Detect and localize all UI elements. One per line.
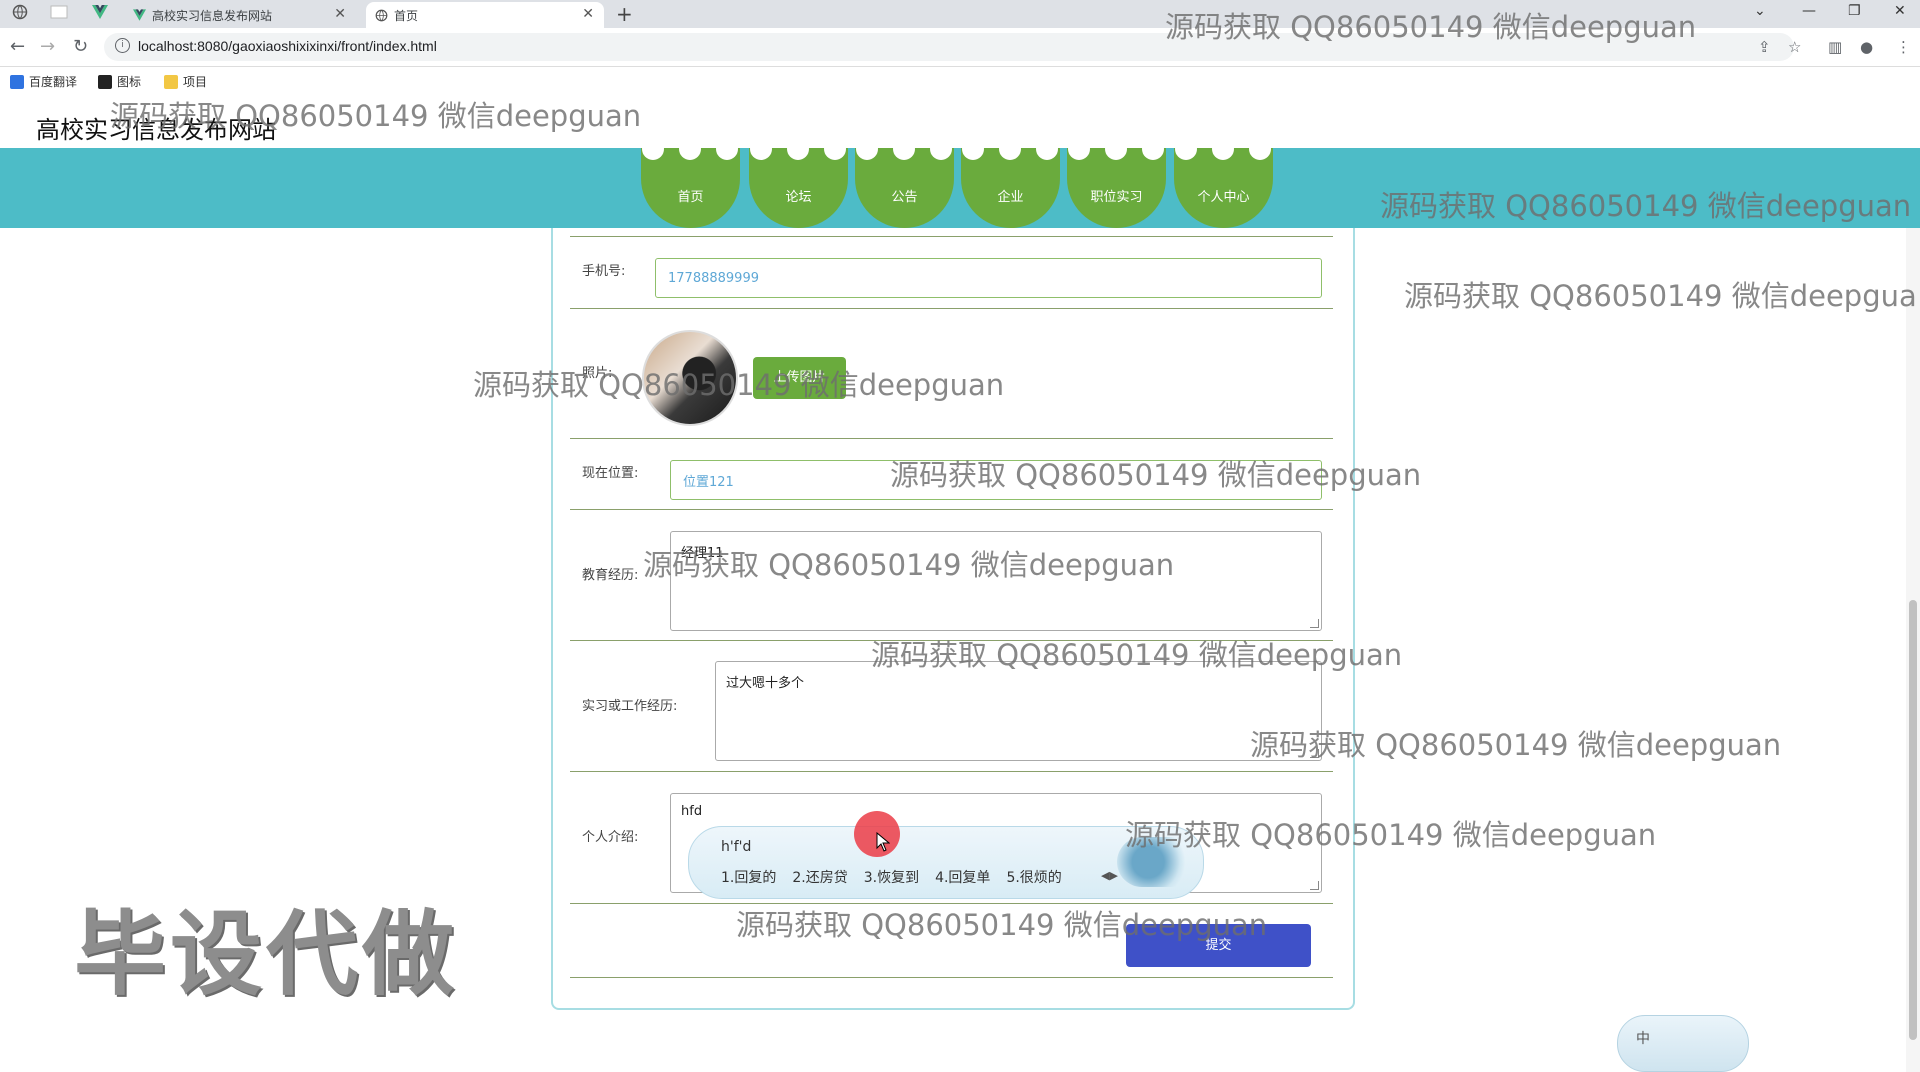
folder-icon <box>164 74 178 89</box>
tab-title: 首页 <box>394 8 419 23</box>
ime-composition: h'f'd <box>721 839 752 855</box>
profile-icon[interactable]: ● <box>1860 38 1873 56</box>
watermark: 源码获取 QQ86050149 微信deepguan <box>890 458 1422 492</box>
bookmark-project[interactable]: 项目 <box>164 73 207 90</box>
work-experience-textarea[interactable]: 过大嗯十多个 <box>715 661 1322 761</box>
big-watermark: 毕设代做 <box>74 901 459 1008</box>
ime-candidate[interactable]: 2.还房贷 <box>792 867 847 887</box>
bookmark-star-icon[interactable]: ☆ <box>1788 38 1801 56</box>
vue-tab-icon[interactable] <box>92 4 112 24</box>
translate-icon <box>10 74 24 89</box>
vue-icon <box>133 9 146 22</box>
divider <box>570 771 1333 772</box>
screen: 高校实习信息发布网站 ✕ 首页 ✕ + ⌄ — ❐ ✕ ← → ↻ i loca… <box>0 0 1920 1072</box>
ime-mode: 中 <box>1636 1031 1650 1047</box>
new-tab-icon[interactable]: + <box>616 2 633 26</box>
restore-icon[interactable]: ❐ <box>1848 3 1861 19</box>
bookmark-icons[interactable]: 图标 <box>98 73 141 90</box>
close-window-icon[interactable]: ✕ <box>1894 3 1906 19</box>
url-text[interactable]: localhost:8080/gaoxiaoshixixinxi/front/i… <box>138 38 437 54</box>
divider <box>570 438 1333 439</box>
watermark: 源码获取 QQ86050149 微信deepguan <box>736 908 1268 942</box>
blank-tab-icon[interactable] <box>50 4 70 24</box>
image-icon <box>98 74 112 89</box>
globe-icon <box>375 9 388 22</box>
ime-candidate[interactable]: 4.回复单 <box>935 867 990 887</box>
education-label: 教育经历: <box>582 568 639 583</box>
tab-home[interactable]: 首页 ✕ <box>366 2 604 28</box>
info-icon[interactable]: i <box>115 38 130 53</box>
bookmarks-bar: 百度翻译 图标 项目 <box>0 68 1920 94</box>
intro-label: 个人介绍: <box>582 830 639 845</box>
mouse-pointer-icon <box>876 831 891 856</box>
share-icon[interactable]: ⇪ <box>1758 38 1771 56</box>
divider <box>570 236 1333 237</box>
phone-label: 手机号: <box>582 264 626 279</box>
close-tab-icon[interactable]: ✕ <box>334 6 346 22</box>
divider <box>570 977 1333 978</box>
forward-arrow-icon[interactable]: → <box>40 36 55 57</box>
tab-title: 高校实习信息发布网站 <box>152 8 273 23</box>
back-arrow-icon[interactable]: ← <box>10 36 25 57</box>
reload-icon[interactable]: ↻ <box>73 36 88 57</box>
phone-input[interactable]: 17788889999 <box>655 258 1322 298</box>
ime-page-arrows-icon[interactable]: ◀▶ <box>1101 869 1118 882</box>
watermark: 源码获取 QQ86050149 微信deepgua <box>1404 279 1917 313</box>
location-label: 现在位置: <box>582 466 639 481</box>
ime-candidate[interactable]: 1.回复的 <box>721 867 776 887</box>
watermark: 源码获取 QQ86050149 微信deepguan <box>871 638 1403 672</box>
watermark: 源码获取 QQ86050149 微信deepguan <box>1165 10 1697 44</box>
menu-kebab-icon[interactable]: ⋮ <box>1896 38 1911 56</box>
minimize-icon[interactable]: — <box>1802 3 1816 19</box>
side-panel-icon[interactable]: ▥ <box>1828 38 1842 56</box>
tab-site[interactable]: 高校实习信息发布网站 ✕ <box>124 2 356 28</box>
work-experience-label: 实习或工作经历: <box>582 699 678 714</box>
watermark: 源码获取 QQ86050149 微信deepguan <box>110 99 642 133</box>
divider <box>570 509 1333 510</box>
watermark: 源码获取 QQ86050149 微信deepguan <box>1250 728 1782 762</box>
watermark: 源码获取 QQ86050149 微信deepguan <box>643 548 1175 582</box>
tab-search-chevron-icon[interactable]: ⌄ <box>1754 3 1766 19</box>
globe-tab-icon[interactable] <box>12 4 32 24</box>
watermark: 源码获取 QQ86050149 微信deepguan <box>1125 818 1657 852</box>
scrollbar-thumb[interactable] <box>1909 600 1917 1040</box>
close-tab-icon[interactable]: ✕ <box>582 6 594 22</box>
bookmark-translate[interactable]: 百度翻译 <box>10 73 77 90</box>
ime-status-bar[interactable]: 中 <box>1617 1015 1749 1072</box>
ime-candidate[interactable]: 3.恢复到 <box>864 867 919 887</box>
watermark: 源码获取 QQ86050149 微信deepguan <box>1380 189 1912 223</box>
ime-candidate[interactable]: 5.很烦的 <box>1006 867 1061 887</box>
watermark: 源码获取 QQ86050149 微信deepguan <box>473 368 1005 402</box>
divider <box>570 308 1333 309</box>
